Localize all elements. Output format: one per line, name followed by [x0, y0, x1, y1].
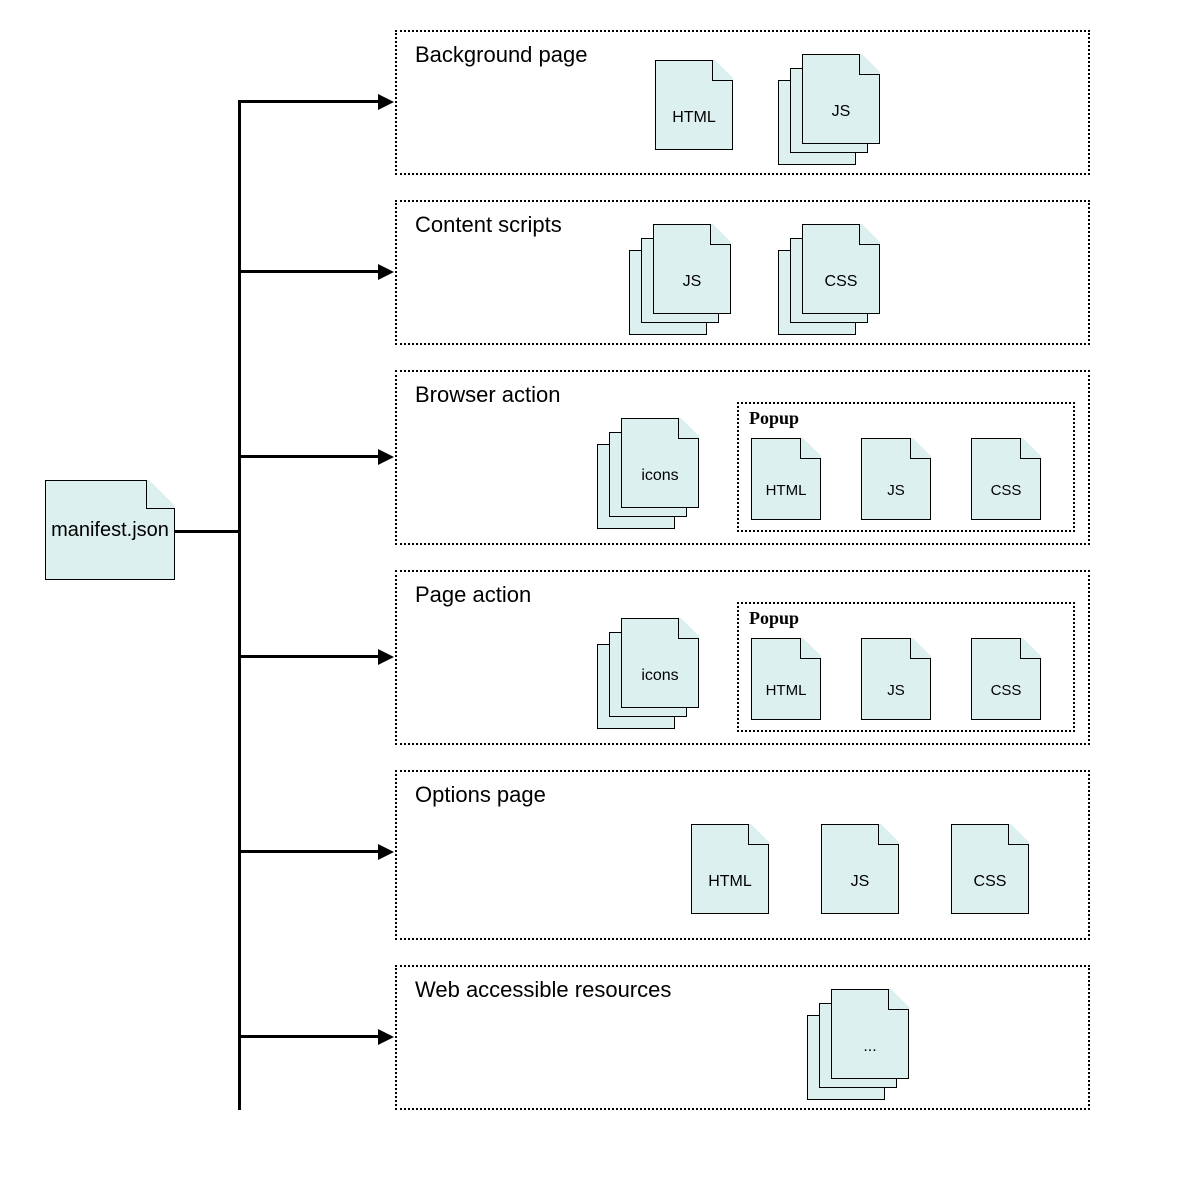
file-js-icon: JS — [861, 638, 931, 720]
file-css-icon: CSS — [951, 824, 1029, 914]
file-html-icon: HTML — [691, 824, 769, 914]
file-js-icon: JS — [653, 224, 731, 314]
popup-box: Popup HTML JS CSS — [737, 602, 1075, 732]
manifest-label: manifest.json — [51, 519, 169, 542]
manifest-file-icon: manifest.json — [45, 480, 175, 580]
file-label: CSS — [974, 873, 1007, 891]
file-fold-icon — [910, 438, 931, 459]
diagram-root: manifest.json Background page HTML JS Co… — [0, 0, 1200, 1200]
file-label: JS — [683, 273, 702, 291]
file-label: HTML — [766, 682, 807, 699]
section-browser-action: Browser action icons Popup HTML JS CSS — [395, 370, 1090, 545]
file-fold-icon — [1020, 438, 1041, 459]
section-page-action: Page action icons Popup HTML JS CSS — [395, 570, 1090, 745]
file-label: JS — [832, 103, 851, 121]
file-label: CSS — [991, 482, 1022, 499]
section-content-scripts: Content scripts JS CSS — [395, 200, 1090, 345]
file-icons-icon: icons — [621, 618, 699, 708]
file-label: icons — [641, 467, 678, 485]
arrow-head-icon — [378, 649, 394, 665]
file-fold-icon — [146, 480, 175, 509]
file-html-icon: HTML — [751, 638, 821, 720]
file-js-icon: JS — [861, 438, 931, 520]
file-label: JS — [887, 682, 905, 699]
connector-branch — [238, 455, 378, 458]
file-css-icon: CSS — [971, 438, 1041, 520]
arrow-head-icon — [378, 844, 394, 860]
file-label: HTML — [708, 873, 752, 891]
file-fold-icon — [748, 824, 769, 845]
file-fold-icon — [888, 989, 909, 1010]
file-label: ... — [863, 1038, 876, 1056]
section-title: Page action — [415, 582, 531, 608]
section-title: Background page — [415, 42, 587, 68]
section-background-page: Background page HTML JS — [395, 30, 1090, 175]
file-label: icons — [641, 667, 678, 685]
section-title: Web accessible resources — [415, 977, 671, 1003]
popup-title: Popup — [749, 608, 799, 629]
file-fold-icon — [1020, 638, 1041, 659]
connector-branch — [238, 270, 378, 273]
file-label: CSS — [825, 273, 858, 291]
file-label: JS — [851, 873, 870, 891]
connector-branch — [238, 655, 378, 658]
file-fold-icon — [878, 824, 899, 845]
file-label: HTML — [672, 109, 716, 127]
file-fold-icon — [800, 638, 821, 659]
file-fold-icon — [910, 638, 931, 659]
section-web-accessible-resources: Web accessible resources ... — [395, 965, 1090, 1110]
file-fold-icon — [1008, 824, 1029, 845]
file-fold-icon — [678, 618, 699, 639]
file-html-icon: HTML — [751, 438, 821, 520]
connector-branch — [238, 850, 378, 853]
connector-trunk — [175, 530, 240, 533]
popup-title: Popup — [749, 408, 799, 429]
file-fold-icon — [859, 54, 880, 75]
file-fold-icon — [859, 224, 880, 245]
popup-box: Popup HTML JS CSS — [737, 402, 1075, 532]
section-title: Options page — [415, 782, 546, 808]
arrow-head-icon — [378, 94, 394, 110]
section-title: Content scripts — [415, 212, 562, 238]
section-title: Browser action — [415, 382, 561, 408]
file-label: CSS — [991, 682, 1022, 699]
file-css-icon: CSS — [971, 638, 1041, 720]
connector-vertical — [238, 100, 241, 1110]
arrow-head-icon — [378, 264, 394, 280]
file-fold-icon — [678, 418, 699, 439]
file-icons-icon: icons — [621, 418, 699, 508]
file-fold-icon — [800, 438, 821, 459]
connector-branch — [238, 100, 378, 103]
file-css-icon: CSS — [802, 224, 880, 314]
file-js-icon: JS — [821, 824, 899, 914]
file-html-icon: HTML — [655, 60, 733, 150]
file-label: HTML — [766, 482, 807, 499]
file-fold-icon — [710, 224, 731, 245]
file-fold-icon — [712, 60, 733, 81]
file-generic-icon: ... — [831, 989, 909, 1079]
section-options-page: Options page HTML JS CSS — [395, 770, 1090, 940]
file-js-icon: JS — [802, 54, 880, 144]
connector-branch — [238, 1035, 378, 1038]
arrow-head-icon — [378, 449, 394, 465]
file-label: JS — [887, 482, 905, 499]
arrow-head-icon — [378, 1029, 394, 1045]
